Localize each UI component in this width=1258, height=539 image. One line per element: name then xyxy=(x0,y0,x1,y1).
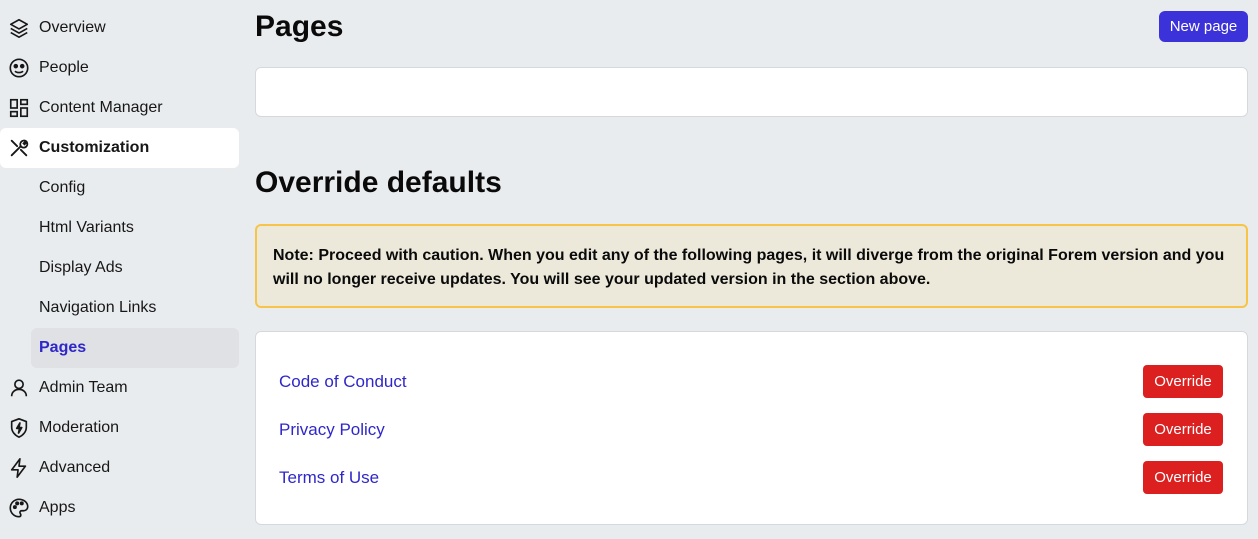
list-item: Terms of Use Override xyxy=(279,461,1223,494)
override-button[interactable]: Override xyxy=(1143,413,1223,446)
caution-note: Note: Proceed with caution. When you edi… xyxy=(255,224,1248,308)
sidebar: Overview People Content Manager Customiz… xyxy=(0,8,239,528)
sidebar-item-label: Moderation xyxy=(39,419,120,436)
sidebar-subitem-html-variants[interactable]: Html Variants xyxy=(31,208,239,248)
list-item: Privacy Policy Override xyxy=(279,413,1223,446)
sidebar-item-customization[interactable]: Customization xyxy=(0,128,239,168)
page-link-privacy-policy[interactable]: Privacy Policy xyxy=(279,420,385,440)
sidebar-item-label: Admin Team xyxy=(39,379,128,396)
list-item: Code of Conduct Override xyxy=(279,365,1223,398)
sidebar-item-label: Overview xyxy=(39,19,106,36)
people-icon xyxy=(8,57,30,79)
override-defaults-title: Override defaults xyxy=(255,166,502,199)
sidebar-item-label: Content Manager xyxy=(39,99,163,116)
sidebar-item-content-manager[interactable]: Content Manager xyxy=(0,88,239,128)
sidebar-item-people[interactable]: People xyxy=(0,48,239,88)
user-icon xyxy=(8,377,30,399)
sidebar-item-label: Advanced xyxy=(39,459,111,476)
sidebar-subitem-config[interactable]: Config xyxy=(31,168,239,208)
sidebar-subitem-navigation-links[interactable]: Navigation Links xyxy=(31,288,239,328)
sidebar-item-admin-team[interactable]: Admin Team xyxy=(0,368,239,408)
page-link-code-of-conduct[interactable]: Code of Conduct xyxy=(279,372,407,392)
default-pages-card: Code of Conduct Override Privacy Policy … xyxy=(255,331,1248,525)
page-title: Pages xyxy=(255,10,344,43)
palette-icon xyxy=(8,497,30,519)
sidebar-item-advanced[interactable]: Advanced xyxy=(0,448,239,488)
page-link-terms-of-use[interactable]: Terms of Use xyxy=(279,468,379,488)
sidebar-item-label: Apps xyxy=(39,499,76,516)
new-page-button[interactable]: New page xyxy=(1159,11,1248,42)
sidebar-item-apps[interactable]: Apps xyxy=(0,488,239,528)
override-button[interactable]: Override xyxy=(1143,461,1223,494)
grid-icon xyxy=(8,97,30,119)
sidebar-item-label: People xyxy=(39,59,89,76)
shield-icon xyxy=(8,417,30,439)
sidebar-item-label: Customization xyxy=(39,139,150,156)
sidebar-item-moderation[interactable]: Moderation xyxy=(0,408,239,448)
override-button[interactable]: Override xyxy=(1143,365,1223,398)
bolt-icon xyxy=(8,457,30,479)
pages-list-card xyxy=(255,67,1248,117)
sidebar-subitem-display-ads[interactable]: Display Ads xyxy=(31,248,239,288)
layers-icon xyxy=(8,17,30,39)
tools-icon xyxy=(8,137,30,159)
sidebar-subitem-pages[interactable]: Pages xyxy=(31,328,239,368)
sidebar-item-overview[interactable]: Overview xyxy=(0,8,239,48)
